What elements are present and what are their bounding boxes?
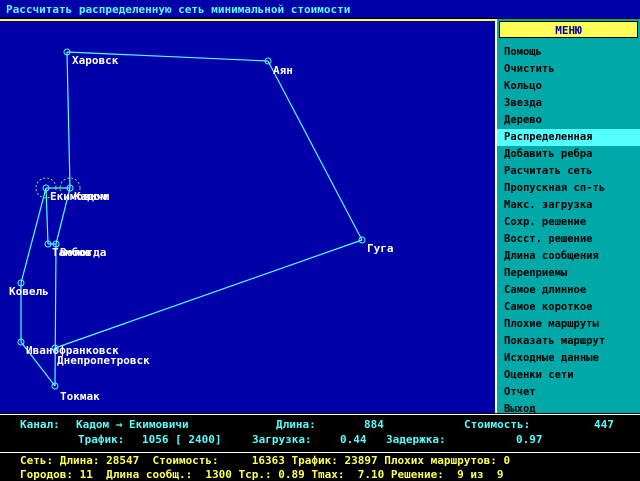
channel-value: Кадом → Екимовичи [76, 418, 189, 431]
network-edge[interactable] [66, 51, 71, 189]
menu-item[interactable]: Пропускная сп-ть [497, 180, 640, 197]
network-edge[interactable] [45, 187, 49, 245]
city-label: Днепропетровск [57, 354, 150, 367]
menu-item[interactable]: Звезда [497, 95, 640, 112]
menu-item[interactable]: Самое длинное [497, 282, 640, 299]
menu-panel: МЕНЮ Помощь Очистить Кольцо Звезда Дерево Рас… [495, 19, 640, 415]
traffic-value: 1056 [ 2400] [142, 433, 222, 446]
city-label: Екимовичи [50, 190, 110, 203]
menu-item[interactable]: Макс. загрузка [497, 197, 640, 214]
city-label: Аян [273, 64, 293, 77]
menu-item[interactable]: Восст. решение [497, 231, 640, 248]
delay-value: 0.97 [516, 433, 543, 446]
menu-item[interactable]: Длина сообщения [497, 248, 640, 265]
menu-item[interactable]: Очистить [497, 61, 640, 78]
menu-item[interactable]: Расчитать сеть [497, 163, 640, 180]
menu-header: МЕНЮ [499, 21, 638, 38]
menu-item[interactable]: Кольцо [497, 78, 640, 95]
network-edge[interactable] [20, 187, 47, 284]
city-label: Харовск [72, 54, 119, 67]
network-edge[interactable] [54, 243, 57, 387]
menu-item[interactable]: Помощь [497, 44, 640, 61]
network-graph[interactable]: ХаровскАянКадомЕкимовичиТамбовВологда Гуг… [0, 2, 495, 415]
cost-label: Стоимость: [464, 418, 531, 431]
network-stats-line1: Сеть: Длина: 28547 Стоимость: 16363 Траф… [20, 454, 511, 467]
city-label: Токмак [60, 390, 100, 403]
load-label: Загрузка: [252, 433, 312, 446]
network-stats-line2: Городов: 11 Длина сообщ.: 1300 Тср.: 0.8… [20, 468, 504, 481]
length-value: 884 [364, 418, 384, 431]
traffic-label: Трафик: [78, 433, 125, 446]
city-label: Гуга [367, 242, 394, 255]
menu-item[interactable]: Переприемы [497, 265, 640, 282]
menu-item[interactable]: Отчет [497, 384, 640, 401]
menu-item[interactable]: Сохр. решение [497, 214, 640, 231]
channel-label: Канал: [20, 418, 60, 431]
menu-item[interactable]: Исходные данные [497, 350, 640, 367]
delay-label: Задержка: [386, 433, 446, 446]
length-label: Длина: [276, 418, 316, 431]
menu-item[interactable]: Показать маршрут [497, 333, 640, 350]
menu-item[interactable]: Дерево [497, 112, 640, 129]
city-label: Ковель [9, 285, 49, 298]
network-map[interactable]: Харовск Аян Кадом Екимовичи Тамбов Вологда Гуг… [0, 19, 495, 413]
channel-info-panel: Канал: Кадом → Екимовичи Длина: 884 Стои… [0, 414, 640, 451]
menu-item[interactable]: Оценки сети [497, 367, 640, 384]
menu-item[interactable]: Добавить ребра [497, 146, 640, 163]
network-stats-panel: Сеть: Длина: 28547 Стоимость: 16363 Траф… [0, 452, 640, 481]
menu-item[interactable]: Распределенная [497, 129, 640, 146]
network-edge[interactable] [267, 60, 363, 241]
load-value: 0.44 [340, 433, 367, 446]
cost-value: 447 [594, 418, 614, 431]
menu-item[interactable]: Самое короткое [497, 299, 640, 316]
menu-item[interactable]: Плохие маршруты [497, 316, 640, 333]
city-label: Вологда [60, 246, 106, 259]
